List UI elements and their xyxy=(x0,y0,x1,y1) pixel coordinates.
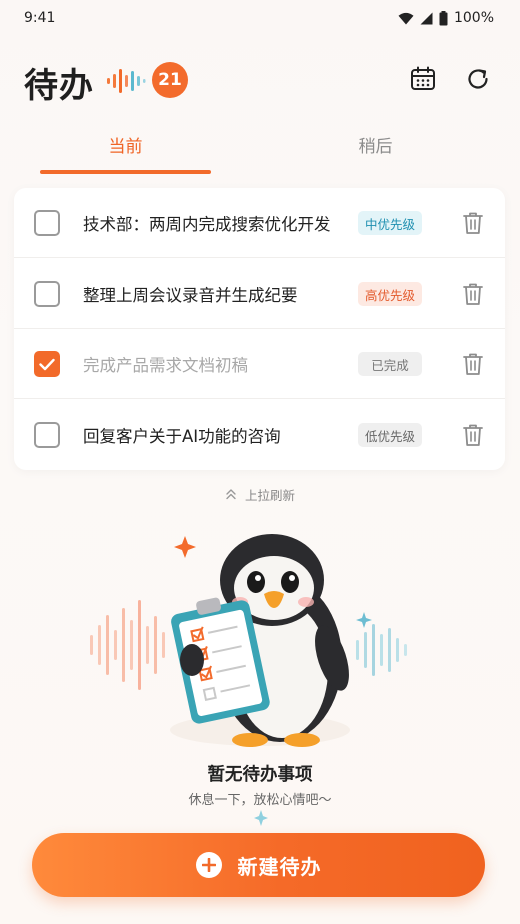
task-checkbox-checked[interactable] xyxy=(34,351,60,377)
penguin-illustration xyxy=(90,534,407,747)
refresh-icon xyxy=(468,69,488,89)
tab-later[interactable]: 稍后 xyxy=(290,120,461,168)
status-time: 9:41 xyxy=(24,10,56,26)
task-checkbox[interactable] xyxy=(34,422,60,448)
tab-current[interactable]: 当前 xyxy=(40,120,211,168)
trash-icon[interactable] xyxy=(462,282,484,306)
trash-icon[interactable] xyxy=(462,423,484,447)
wifi-icon xyxy=(398,12,414,24)
task-checkbox[interactable] xyxy=(34,210,60,236)
task-checkbox[interactable] xyxy=(34,281,60,307)
task-count-badge: 21 xyxy=(152,62,188,98)
pull-refresh-hint: 上拉刷新 xyxy=(0,484,520,504)
signal-icon xyxy=(420,12,433,24)
task-title: 技术部：两周内完成搜索优化开发 xyxy=(83,215,331,234)
sparkle-icon xyxy=(254,810,268,826)
task-row[interactable]: 整理上周会议录音并生成纪要 高优先级 xyxy=(14,259,505,329)
task-title: 整理上周会议录音并生成纪要 xyxy=(83,286,298,305)
task-title: 完成产品需求文档初稿 xyxy=(83,356,248,375)
empty-state-subtitle: 休息一下，放松心情吧～ xyxy=(188,793,332,808)
task-row[interactable]: 回复客户关于AI功能的咨询 低优先级 xyxy=(14,400,505,470)
priority-badge: 高优先级 xyxy=(358,282,423,306)
refresh-button[interactable] xyxy=(463,64,493,94)
calendar-icon xyxy=(411,66,435,90)
app-header: 待办 21 xyxy=(0,52,520,108)
priority-badge: 中优先级 xyxy=(358,211,423,235)
priority-badge: 低优先级 xyxy=(358,423,423,447)
status-badge: 已完成 xyxy=(358,352,422,376)
new-task-label: 新建待办 xyxy=(237,854,322,879)
task-row[interactable]: 完成产品需求文档初稿 已完成 xyxy=(14,329,505,399)
tab-bar: 当前 稍后 xyxy=(0,120,520,176)
page-title: 待办 xyxy=(24,66,94,106)
right-waveform xyxy=(356,624,407,676)
chevron-up-icon xyxy=(226,489,236,500)
battery-level: 100% xyxy=(453,10,494,26)
status-bar: 9:41 100% xyxy=(0,0,520,36)
task-title: 回复客户关于AI功能的咨询 xyxy=(83,427,281,446)
new-task-button[interactable]: 新建待办 xyxy=(32,833,485,897)
pull-refresh-label: 上拉刷新 xyxy=(244,487,295,503)
status-icons: 100% xyxy=(398,10,494,26)
sound-wave-icon xyxy=(107,69,146,93)
checkmark-icon xyxy=(39,358,55,370)
trash-icon[interactable] xyxy=(462,211,484,235)
plus-icon xyxy=(195,852,222,878)
divider xyxy=(14,257,505,258)
active-tab-indicator xyxy=(40,170,211,174)
task-row[interactable]: 技术部：两周内完成搜索优化开发 中优先级 xyxy=(14,188,505,258)
divider xyxy=(14,398,505,399)
sparkle-teal xyxy=(356,612,372,628)
sparkle-orange xyxy=(174,536,196,558)
task-list: 技术部：两周内完成搜索优化开发 中优先级 整理上周会议录音并生成纪要 高优先级 xyxy=(14,188,505,470)
calendar-button[interactable] xyxy=(408,64,438,94)
trash-icon[interactable] xyxy=(462,352,484,376)
battery-icon xyxy=(439,10,448,25)
left-waveform xyxy=(90,600,165,690)
empty-state-title: 暂无待办事项 xyxy=(207,765,313,785)
